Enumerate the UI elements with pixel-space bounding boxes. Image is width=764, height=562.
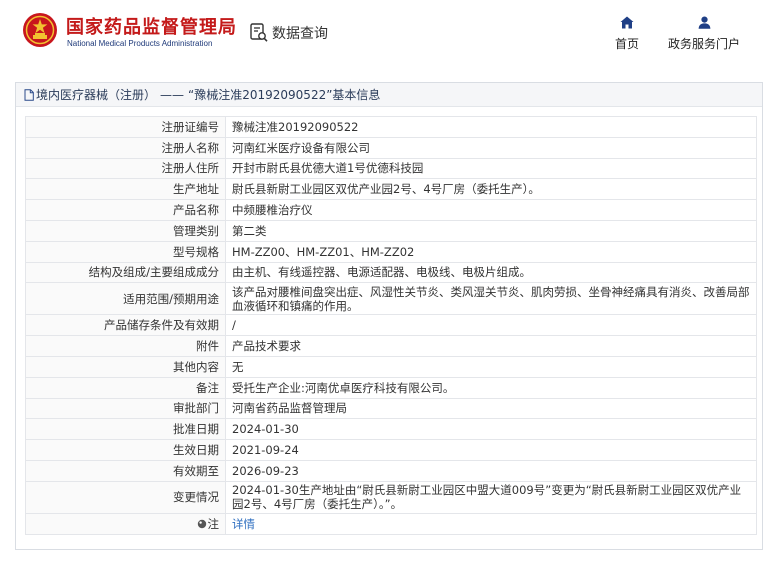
table-row: 有效期至 2026-09-23 <box>25 459 757 482</box>
field-label: 其他内容 <box>25 355 226 378</box>
table-row: 批准日期 2024-01-30 <box>25 418 757 441</box>
table-row: 生效日期 2021-09-24 <box>25 439 757 461</box>
table-row: 备注 受托生产企业:河南优卓医疗科技有限公司。 <box>25 376 757 399</box>
field-label: 注册证编号 <box>25 116 226 138</box>
info-panel: 境内医疗器械（注册） —— “豫械注准20192090522”基本信息 注册证编… <box>15 82 763 550</box>
table-row: 产品储存条件及有效期 / <box>25 314 757 337</box>
table-row: 适用范围/预期用途 该产品对腰椎间盘突出症、风湿性关节炎、类风湿关节炎、肌肉劳损、… <box>25 282 757 316</box>
brand-title-cn[interactable]: 国家药品监督管理局 <box>66 13 237 39</box>
field-label: 产品储存条件及有效期 <box>25 314 226 337</box>
nav-home[interactable]: 首页 <box>612 16 642 52</box>
field-label: 生效日期 <box>25 439 226 461</box>
field-label: 注册人名称 <box>25 136 226 159</box>
field-value: 2021-09-24 <box>225 439 757 461</box>
field-value: 2024-01-30 <box>225 418 757 441</box>
field-label: 适用范围/预期用途 <box>25 282 226 316</box>
pin-icon <box>197 519 206 528</box>
table-row: 变更情况 2024-01-30生产地址由“尉氏县新尉工业园区中盟大道009号”变更… <box>25 480 757 514</box>
nav-home-label: 首页 <box>614 37 639 51</box>
panel-title: 境内医疗器械（注册） —— “豫械注准20192090522”基本信息 <box>16 83 762 107</box>
field-value: 河南红米医疗设备有限公司 <box>225 136 757 159</box>
field-label: 管理类别 <box>25 219 226 242</box>
field-value: 由主机、有线遥控器、电源适配器、电极线、电极片组成。 <box>225 261 757 284</box>
info-table: 注册证编号 豫械注准20192090522 注册人名称 河南红米医疗设备有限公司 注… <box>25 116 757 535</box>
field-value: 受托生产企业:河南优卓医疗科技有限公司。 <box>225 376 757 399</box>
field-label: 生产地址 <box>25 178 226 201</box>
field-value: 该产品对腰椎间盘突出症、风湿性关节炎、类风湿关节炎、肌肉劳损、坐骨神经痛具有消炎… <box>225 282 757 316</box>
table-row: 产品名称 中频腰椎治疗仪 <box>25 199 757 221</box>
panel-separator: —— <box>160 87 185 102</box>
note-label: 注 <box>207 516 220 531</box>
field-label: 型号规格 <box>25 240 226 263</box>
table-row: 生产地址 尉氏县新尉工业园区双优产业园2号、4号厂房（委托生产）。 <box>25 178 757 201</box>
user-icon <box>698 16 710 29</box>
document-search-icon <box>250 23 268 42</box>
details-link[interactable]: 详情 <box>232 517 255 531</box>
field-value: 第二类 <box>225 219 757 242</box>
data-query-label: 数据查询 <box>272 26 328 42</box>
panel-record-title: “豫械注准20192090522”基本信息 <box>188 88 381 102</box>
table-row: 注册人住所 开封市尉氏县优德大道1号优德科技园 <box>25 157 757 180</box>
field-label: 批准日期 <box>25 418 226 441</box>
field-value: 豫械注准20192090522 <box>225 116 757 138</box>
field-label: 备注 <box>25 376 226 399</box>
nav-gov-service-portal[interactable]: 政务服务门户 <box>665 16 743 52</box>
field-label: 注册人住所 <box>25 157 226 180</box>
table-row: 结构及组成/主要组成成分 由主机、有线遥控器、电源适配器、电极线、电极片组成。 <box>25 261 757 284</box>
field-label-note: 注 <box>25 512 226 535</box>
table-row: 附件 产品技术要求 <box>25 335 757 357</box>
home-icon <box>620 16 634 29</box>
field-value: 产品技术要求 <box>225 335 757 357</box>
nav-gov-label: 政务服务门户 <box>667 37 740 51</box>
field-label: 产品名称 <box>25 199 226 221</box>
table-row: 注册人名称 河南红米医疗设备有限公司 <box>25 136 757 159</box>
field-label: 变更情况 <box>25 480 226 514</box>
site-header: 国家药品监督管理局 National Medical Products Admi… <box>0 0 764 66</box>
field-value: 尉氏县新尉工业园区双优产业园2号、4号厂房（委托生产）。 <box>225 178 757 201</box>
field-label: 结构及组成/主要组成成分 <box>25 261 226 284</box>
field-label: 有效期至 <box>25 459 226 482</box>
table-row: 其他内容无 <box>25 355 757 378</box>
document-icon <box>24 88 34 101</box>
table-row: 注册证编号 豫械注准20192090522 <box>25 116 757 138</box>
field-value: 河南省药品监督管理局 <box>225 397 757 420</box>
field-value: HM-ZZ00、HM-ZZ01、HM-ZZ02 <box>225 240 757 263</box>
field-value: / <box>225 314 757 337</box>
field-label: 附件 <box>25 335 226 357</box>
table-row: 管理类别 第二类 <box>25 219 757 242</box>
brand-title-en: National Medical Products Administration <box>67 39 213 48</box>
field-value: 无 <box>225 355 757 378</box>
table-row: 注 详情 <box>25 512 757 535</box>
field-value: 2024-01-30生产地址由“尉氏县新尉工业园区中盟大道009号”变更为“尉氏… <box>225 480 757 514</box>
national-emblem-logo[interactable] <box>22 12 58 48</box>
field-value: 2026-09-23 <box>225 459 757 482</box>
table-row: 审批部门 河南省药品监督管理局 <box>25 397 757 420</box>
field-value: 开封市尉氏县优德大道1号优德科技园 <box>225 157 757 180</box>
data-query-link[interactable]: 数据查询 <box>250 22 328 44</box>
panel-category: 境内医疗器械（注册） <box>36 88 157 102</box>
field-label: 审批部门 <box>25 397 226 420</box>
table-row: 型号规格 HM-ZZ00、HM-ZZ01、HM-ZZ02 <box>25 240 757 263</box>
field-value: 中频腰椎治疗仪 <box>225 199 757 221</box>
field-value: 详情 <box>225 512 757 535</box>
